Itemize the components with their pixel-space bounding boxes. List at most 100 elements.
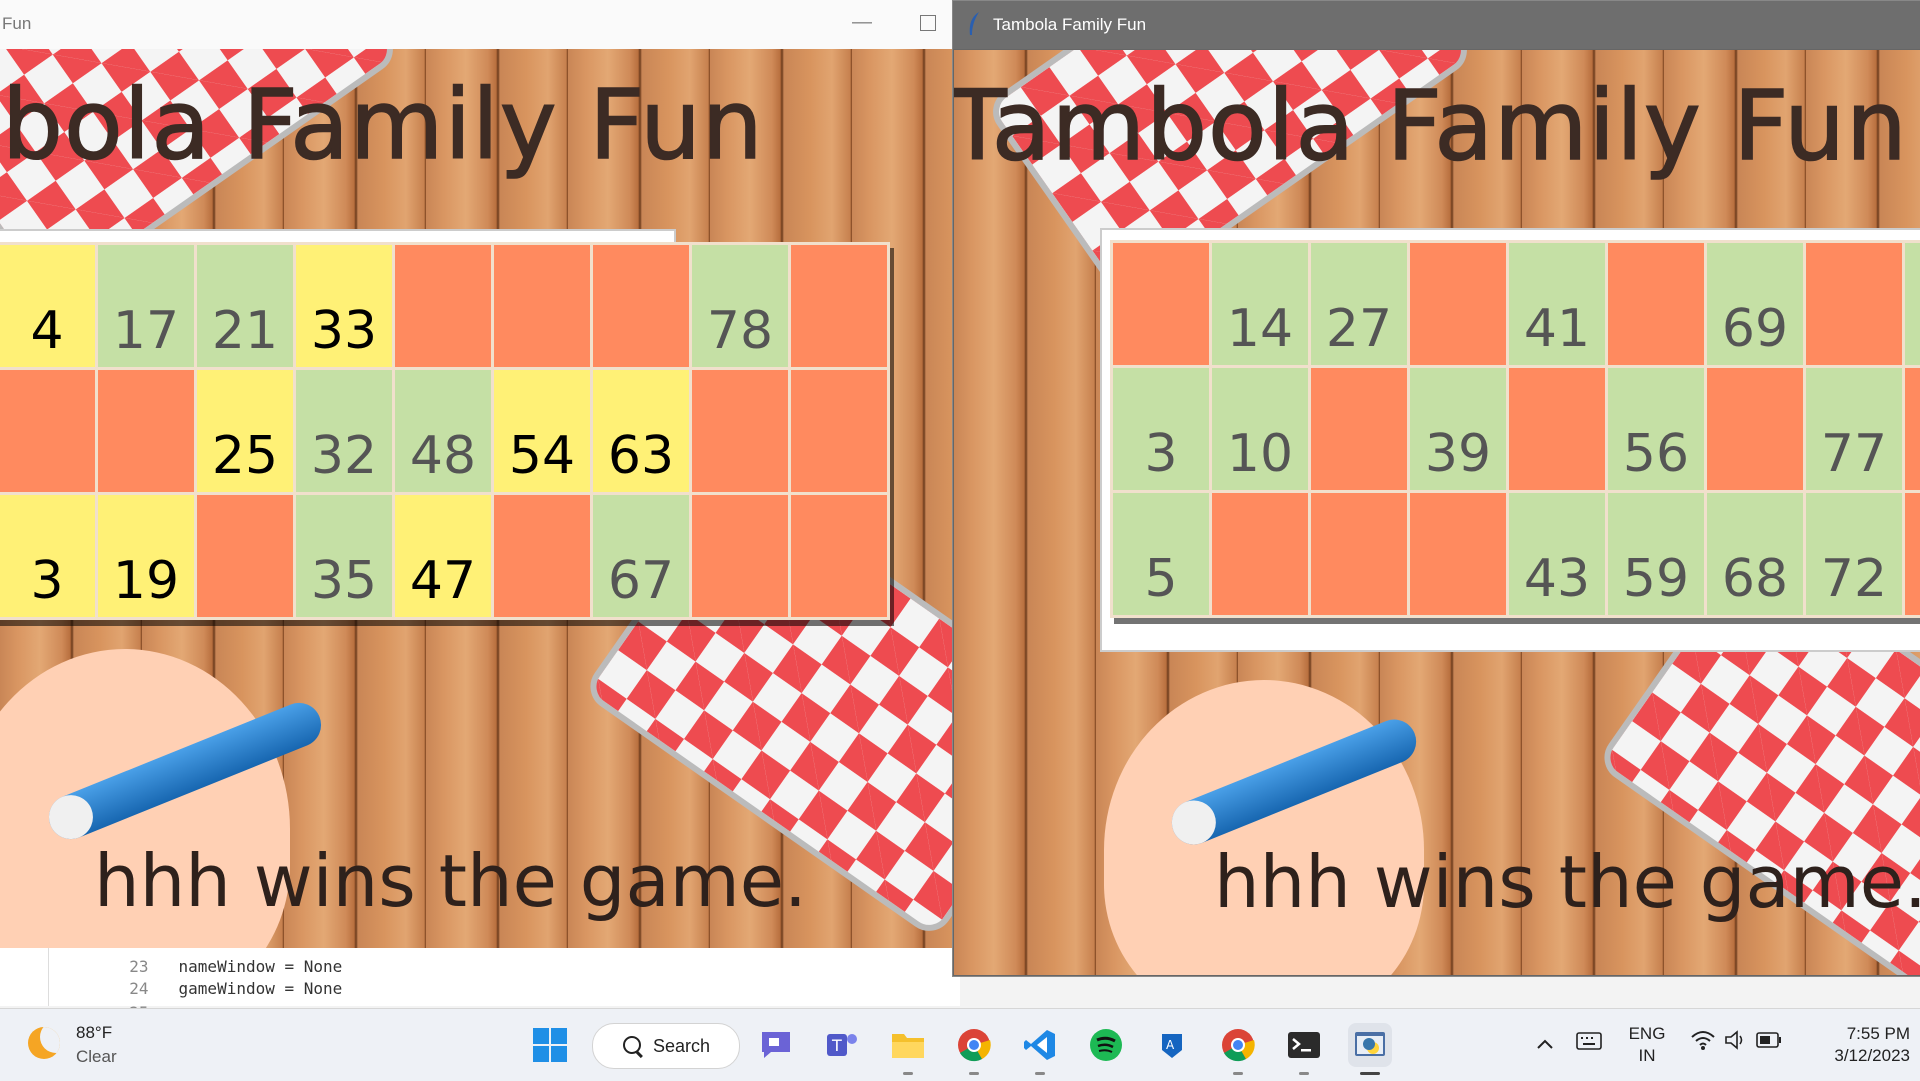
ticket-number-cell[interactable]: 21 <box>197 245 293 367</box>
clock-date: 3/12/2023 <box>1834 1046 1910 1065</box>
ticket-blank-cell <box>1608 243 1704 365</box>
ticket-number-cell[interactable]: 35 <box>296 495 392 617</box>
ticket-number-cell[interactable]: 78 <box>692 245 788 367</box>
ticket-number-cell[interactable]: 32 <box>296 370 392 492</box>
right-window-title: Tambola Family Fun <box>993 15 1147 34</box>
ticket-number-cell[interactable]: 41 <box>1509 243 1605 365</box>
volume-icon[interactable] <box>1724 1029 1748 1056</box>
vscode-icon[interactable] <box>1018 1023 1062 1075</box>
chrome-icon[interactable] <box>952 1023 996 1075</box>
ticket-number-cell[interactable]: 19 <box>98 495 194 617</box>
ticket-number-cell[interactable]: 72 <box>1806 493 1902 615</box>
ticket-number-cell[interactable]: 25 <box>197 370 293 492</box>
ticket-blank-cell <box>692 370 788 492</box>
search-icon <box>623 1036 641 1054</box>
ticket-number-cell[interactable]: 77 <box>1806 368 1902 490</box>
ticket-blank-cell <box>1212 493 1308 615</box>
svg-text:A: A <box>1166 1038 1175 1052</box>
input-language[interactable]: ENG IN <box>1622 1023 1672 1067</box>
wifi-icon[interactable] <box>1690 1029 1716 1056</box>
ticket-number-cell[interactable]: 4 <box>0 245 95 367</box>
ticket-number-cell[interactable]: 39 <box>1410 368 1506 490</box>
ticket-blank-cell <box>1113 243 1209 365</box>
winner-message: hhh wins the game. <box>1214 840 1920 924</box>
chevron-up-icon[interactable] <box>1536 1035 1554 1055</box>
ticket-number-cell[interactable]: 8 <box>1905 243 1920 365</box>
chrome-icon[interactable] <box>1216 1023 1260 1075</box>
ticket-number-cell[interactable]: 54 <box>494 370 590 492</box>
ticket-number-cell[interactable]: 14 <box>1212 243 1308 365</box>
search-label: Search <box>653 1036 711 1056</box>
editor-line: 25 <box>0 968 179 1022</box>
tambola-ticket: 1427 41 69 8 310 39 56 77 5 43596872 <box>1110 240 1920 618</box>
right-game-canvas: Tambola Family Fun 1427 41 69 8 310 39 56 77 5 43… <box>954 50 1920 975</box>
ticket-number-cell[interactable]: 5 <box>1113 493 1209 615</box>
ticket-number-cell[interactable]: 69 <box>1707 243 1803 365</box>
ticket-blank-cell <box>494 495 590 617</box>
ticket-blank-cell <box>0 370 95 492</box>
minimize-button[interactable]: — <box>848 10 876 38</box>
code-editor: 23 nameWindow = None 24 gameWindow = None … <box>0 940 960 1022</box>
weather-condition: Clear <box>76 1047 117 1066</box>
moon-icon <box>28 1027 60 1059</box>
ticket-blank-cell <box>791 495 887 617</box>
ticket-blank-cell <box>1905 368 1920 490</box>
left-game-window[interactable]: Fun — bola Family Fun 4 17 21 33 78 25 32 48 54 6… <box>0 0 953 948</box>
right-game-window[interactable]: Tambola Family Fun Tambola Family Fun 14… <box>952 0 1920 977</box>
system-clock[interactable]: 7:55 PM 3/12/2023 <box>1800 1023 1910 1067</box>
ticket-number-cell[interactable]: 67 <box>593 495 689 617</box>
ticket-blank-cell <box>1311 493 1407 615</box>
python-idle-icon[interactable] <box>1348 1023 1392 1075</box>
ticket-number-cell[interactable]: 59 <box>1608 493 1704 615</box>
ticket-number-cell[interactable]: 3 <box>0 495 95 617</box>
ticket-number-cell[interactable]: 56 <box>1608 368 1704 490</box>
left-game-canvas: bola Family Fun 4 17 21 33 78 25 32 48 54 63 3 19 35… <box>0 49 952 948</box>
app-icon[interactable]: A <box>1150 1023 1194 1067</box>
tambola-ticket: 4 17 21 33 78 25 32 48 54 63 3 19 35 47 67 <box>0 242 890 620</box>
editor-line-text: gameWindow = None <box>178 979 343 998</box>
svg-text:T: T <box>831 1036 842 1055</box>
ticket-blank-cell <box>791 370 887 492</box>
file-explorer-icon[interactable] <box>886 1023 930 1075</box>
clock-time: 7:55 PM <box>1846 1024 1910 1043</box>
ticket-blank-cell <box>98 370 194 492</box>
spotify-icon[interactable] <box>1084 1023 1128 1067</box>
ticket-number-cell[interactable]: 3 <box>1113 368 1209 490</box>
weather-temperature: 88°F <box>76 1023 113 1042</box>
ticket-number-cell[interactable]: 48 <box>395 370 491 492</box>
ticket-blank-cell <box>791 245 887 367</box>
right-window-titlebar[interactable]: Tambola Family Fun <box>953 1 1920 49</box>
language-region: IN <box>1638 1046 1656 1065</box>
ticket-number-cell[interactable]: 27 <box>1311 243 1407 365</box>
ticket-number-cell[interactable]: 17 <box>98 245 194 367</box>
ticket-blank-cell <box>1707 368 1803 490</box>
windows-start-icon[interactable] <box>528 1023 572 1067</box>
game-heading: Tambola Family Fun <box>954 69 1908 183</box>
ticket-number-cell[interactable]: 43 <box>1509 493 1605 615</box>
left-window-titlebar[interactable]: Fun — <box>0 0 952 48</box>
terminal-icon[interactable] <box>1282 1023 1326 1075</box>
ticket-blank-cell <box>197 495 293 617</box>
ticket-number-cell[interactable]: 68 <box>1707 493 1803 615</box>
feather-icon <box>969 12 979 35</box>
taskbar-search[interactable]: Search <box>592 1023 740 1069</box>
teams-icon[interactable]: T <box>820 1023 864 1067</box>
ticket-number-cell[interactable]: 10 <box>1212 368 1308 490</box>
ticket-number-cell[interactable]: 47 <box>395 495 491 617</box>
ticket-number-cell[interactable]: 33 <box>296 245 392 367</box>
ticket-blank-cell <box>395 245 491 367</box>
ticket-blank-cell <box>1509 368 1605 490</box>
ticket-number-cell[interactable]: 63 <box>593 370 689 492</box>
chat-icon[interactable] <box>754 1023 798 1067</box>
ticket-blank-cell <box>1311 368 1407 490</box>
ticket-blank-cell <box>494 245 590 367</box>
keyboard-icon[interactable] <box>1576 1031 1602 1056</box>
ticket-blank-cell <box>692 495 788 617</box>
game-heading: bola Family Fun <box>1 68 764 182</box>
ticket-blank-cell <box>593 245 689 367</box>
battery-icon[interactable] <box>1756 1031 1782 1054</box>
maximize-button[interactable] <box>920 15 936 31</box>
ticket-blank-cell <box>1410 243 1506 365</box>
ticket-blank-cell <box>1905 493 1920 615</box>
language-code: ENG <box>1628 1024 1666 1043</box>
